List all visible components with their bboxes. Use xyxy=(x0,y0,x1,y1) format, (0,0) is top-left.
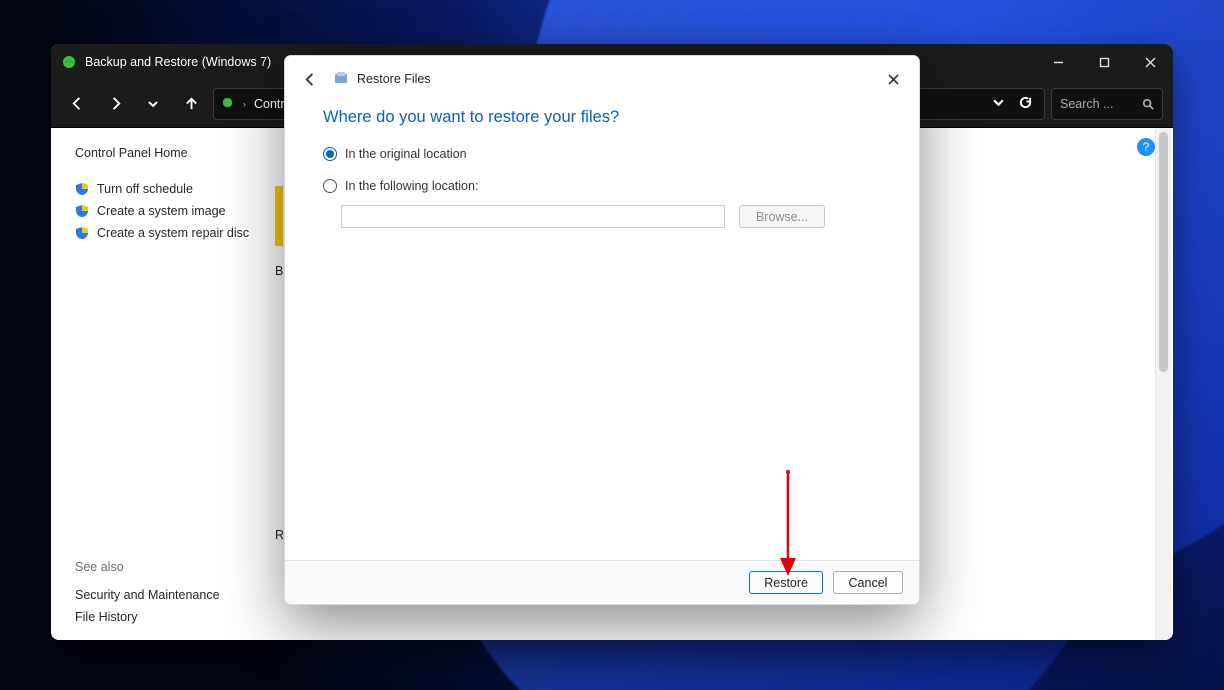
back-button[interactable] xyxy=(61,88,93,120)
wizard-title: Restore Files xyxy=(333,70,431,89)
help-icon[interactable]: ? xyxy=(1137,138,1155,156)
browse-button[interactable]: Browse... xyxy=(739,205,825,228)
dialog-footer: Restore Cancel xyxy=(285,560,919,604)
location-row: Browse... xyxy=(341,205,881,228)
radio-button-icon xyxy=(323,147,337,161)
restore-button[interactable]: Restore xyxy=(749,571,823,594)
forward-button[interactable] xyxy=(99,88,131,120)
shield-icon xyxy=(75,182,89,196)
address-icon xyxy=(220,95,235,113)
maximize-button[interactable] xyxy=(1081,44,1127,80)
radio-label: In the original location xyxy=(345,147,467,161)
radio-button-icon xyxy=(323,179,337,193)
restore-icon xyxy=(333,70,349,89)
search-input[interactable]: Search ... xyxy=(1051,88,1163,120)
sidebar-item-label: Create a system repair disc xyxy=(97,226,249,240)
scrollbar-thumb[interactable] xyxy=(1159,132,1168,372)
close-window-button[interactable] xyxy=(1127,44,1173,80)
up-button[interactable] xyxy=(175,88,207,120)
refresh-icon[interactable] xyxy=(1019,96,1032,112)
cancel-button[interactable]: Cancel xyxy=(833,571,903,594)
sidebar-item-label: Create a system image xyxy=(97,204,226,218)
dialog-header: Restore Files xyxy=(285,56,919,102)
shield-icon xyxy=(75,204,89,218)
chevron-right-icon: › xyxy=(243,99,246,109)
shield-icon xyxy=(75,226,89,240)
vertical-scrollbar[interactable] xyxy=(1155,128,1171,640)
dialog-heading: Where do you want to restore your files? xyxy=(323,108,881,127)
sidebar: Control Panel Home Turn off schedule Cre… xyxy=(51,128,275,640)
dialog-body: Where do you want to restore your files?… xyxy=(285,102,919,560)
search-placeholder: Search ... xyxy=(1060,97,1114,111)
recent-locations-button[interactable] xyxy=(137,88,169,120)
see-also-heading: See also xyxy=(75,560,259,574)
minimize-button[interactable] xyxy=(1035,44,1081,80)
chevron-down-icon[interactable] xyxy=(992,96,1005,112)
location-input[interactable] xyxy=(341,205,725,228)
search-icon xyxy=(1142,98,1154,110)
sidebar-link-create-system-image[interactable]: Create a system image xyxy=(75,200,259,222)
app-icon xyxy=(61,54,77,70)
radio-label: In the following location: xyxy=(345,179,478,193)
wizard-back-button[interactable] xyxy=(297,66,323,92)
sidebar-item-label: Turn off schedule xyxy=(97,182,193,196)
dialog-close-button[interactable] xyxy=(875,64,911,94)
wizard-title-text: Restore Files xyxy=(357,72,431,86)
radio-original-location[interactable]: In the original location xyxy=(323,147,881,161)
restore-files-dialog: Restore Files Where do you want to resto… xyxy=(284,55,920,605)
sidebar-link-turn-off-schedule[interactable]: Turn off schedule xyxy=(75,178,259,200)
radio-following-location[interactable]: In the following location: xyxy=(323,179,881,193)
sidebar-link-create-repair-disc[interactable]: Create a system repair disc xyxy=(75,222,259,244)
sidebar-link-file-history[interactable]: File History xyxy=(75,606,259,628)
info-bar xyxy=(275,186,283,246)
control-panel-home-link[interactable]: Control Panel Home xyxy=(75,146,259,160)
window-title: Backup and Restore (Windows 7) xyxy=(85,55,271,69)
sidebar-link-security-maintenance[interactable]: Security and Maintenance xyxy=(75,584,259,606)
